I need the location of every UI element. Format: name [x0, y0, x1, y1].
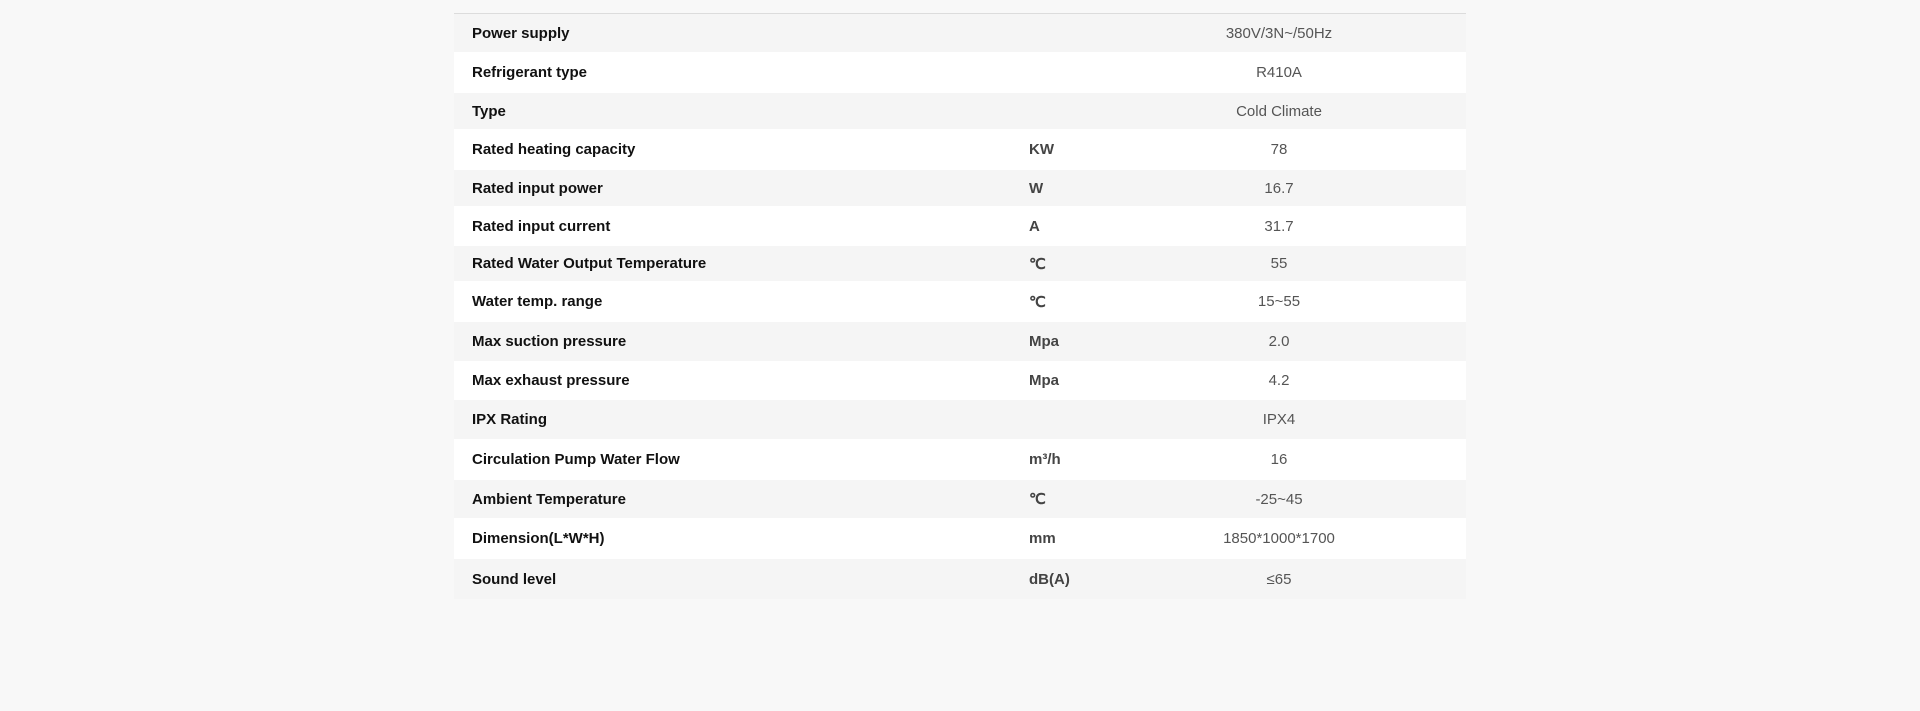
parameter-name: Water temp. range — [472, 293, 603, 310]
parameter-unit: Mpa — [1029, 372, 1059, 389]
parameter-value: 15~55 — [1257, 293, 1301, 310]
parameter-unit: mm — [1029, 530, 1056, 547]
parameter-value: Cold Climate — [1236, 102, 1322, 120]
parameter-value: 55 — [1270, 255, 1288, 272]
parameter-value: 1850*1000*1700 — [1223, 530, 1335, 547]
table-row: Rated heating capacity KW 78 — [454, 129, 1466, 170]
parameter-name: Refrigerant type — [472, 64, 588, 81]
parameter-name: Rated heating capacity — [472, 141, 636, 158]
parameter-name: Power supply — [472, 24, 570, 42]
parameter-value: -25~45 — [1255, 490, 1303, 508]
parameter-value: IPX4 — [1262, 411, 1296, 428]
parameter-unit: Mpa — [1029, 333, 1059, 350]
parameter-name: Rated input current — [472, 217, 611, 235]
table-row: Power supply 380V/3N~/50Hz — [454, 14, 1466, 52]
table-row: Water temp. range ℃ 15~55 — [454, 281, 1466, 322]
table-row: Refrigerant type R410A — [454, 52, 1466, 93]
parameter-value: 380V/3N~/50Hz — [1225, 24, 1333, 42]
table-row: Max suction pressure Mpa 2.0 — [454, 322, 1466, 361]
parameter-name: Dimension(L*W*H) — [472, 530, 605, 547]
parameter-unit: KW — [1029, 141, 1054, 158]
parameter-name: Max suction pressure — [472, 333, 627, 350]
table-row: Rated input current A 31.7 — [454, 206, 1466, 246]
table-row: Sound level dB(A) ≤65 — [454, 559, 1466, 599]
parameter-name: IPX Rating — [472, 411, 548, 428]
table-row: Rated Water Output Temperature ℃ 55 — [454, 246, 1466, 281]
table-row: Max exhaust pressure Mpa 4.2 — [454, 361, 1466, 400]
parameter-name: Sound level — [472, 570, 557, 588]
parameter-value: 31.7 — [1264, 217, 1294, 235]
table-row: Dimension(L*W*H) mm 1850*1000*1700 — [454, 518, 1466, 559]
parameter-value: ≤65 — [1266, 570, 1292, 588]
parameter-name: Ambient Temperature — [472, 490, 626, 508]
table-row: Rated input power W 16.7 — [454, 170, 1466, 206]
parameter-value: 16.7 — [1264, 179, 1294, 197]
parameter-unit: ℃ — [1029, 255, 1046, 273]
parameter-value: 2.0 — [1268, 333, 1290, 350]
parameter-unit: W — [1029, 179, 1044, 197]
table-row: IPX Rating IPX4 — [454, 400, 1466, 439]
table-row: Type Cold Climate — [454, 93, 1466, 129]
parameter-name: Circulation Pump Water Flow — [472, 451, 680, 468]
parameter-name: Max exhaust pressure — [472, 372, 630, 389]
parameter-name: Rated input power — [472, 179, 603, 197]
parameter-unit: dB(A) — [1029, 570, 1070, 588]
parameter-unit: m³/h — [1029, 451, 1061, 468]
parameter-value: R410A — [1256, 64, 1302, 81]
parameter-unit: A — [1029, 217, 1040, 235]
parameter-value: 78 — [1270, 141, 1288, 158]
parameter-value: 4.2 — [1268, 372, 1290, 389]
table-row: Ambient Temperature ℃ -25~45 — [454, 480, 1466, 518]
parameter-name: Rated Water Output Temperature — [472, 255, 707, 272]
parameter-name: Type — [472, 102, 506, 120]
parameter-unit: ℃ — [1029, 491, 1046, 508]
parameter-unit: ℃ — [1029, 293, 1046, 311]
parameter-value: 16 — [1270, 451, 1288, 468]
table-row: Circulation Pump Water Flow m³/h 16 — [454, 439, 1466, 480]
spec-table: Power supply 380V/3N~/50Hz Refrigerant t… — [454, 13, 1466, 599]
page: Power supply 380V/3N~/50Hz Refrigerant t… — [0, 0, 1920, 711]
